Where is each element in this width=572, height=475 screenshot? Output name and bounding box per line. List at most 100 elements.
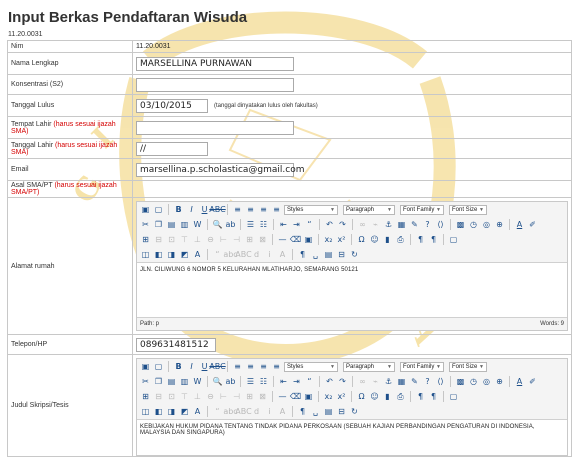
cut-icon[interactable]: ✂ (140, 376, 151, 387)
superscript-icon[interactable]: x² (336, 234, 347, 245)
find-icon[interactable]: 🔍 (212, 376, 223, 387)
indent-icon[interactable]: ⇥ (291, 219, 302, 230)
move-forward-icon[interactable]: ◧ (153, 406, 164, 417)
outdent-icon[interactable]: ⇤ (278, 219, 289, 230)
insert-row-after-icon[interactable]: ⊥ (192, 391, 203, 402)
horizontal-rule-icon[interactable]: — (277, 391, 288, 402)
remove-format-icon[interactable]: ⌫ (290, 391, 301, 402)
remove-format-icon[interactable]: ⌫ (290, 234, 301, 245)
print-icon[interactable]: ⎙ (395, 391, 406, 402)
del-icon[interactable]: d (251, 406, 262, 417)
find-icon[interactable]: 🔍 (212, 219, 223, 230)
absolute-icon[interactable]: ◩ (179, 406, 190, 417)
copy-icon[interactable]: ❐ (153, 219, 164, 230)
styles-select[interactable]: Styles ▼ (284, 204, 338, 215)
fullscreen-icon[interactable]: ▢ (448, 234, 459, 245)
font-family-select[interactable]: Font Family ▼ (400, 361, 444, 372)
pagebreak-icon[interactable]: ⊟ (336, 249, 347, 260)
visual-aid-icon[interactable]: ▣ (303, 391, 314, 402)
align-right-icon[interactable]: ≡ (258, 204, 269, 215)
alamat-editor-content[interactable]: JLN. CILIWUNG 6 NOMOR 5 KELURAHAN MLATIH… (137, 262, 567, 318)
align-right-icon[interactable]: ≡ (258, 361, 269, 372)
acronym-icon[interactable]: ABC (235, 249, 251, 260)
visual-chars-icon[interactable]: ¶ (297, 406, 308, 417)
image-icon[interactable]: ▦ (396, 376, 407, 387)
del-icon[interactable]: d (251, 249, 262, 260)
cell-props-icon[interactable]: ⊡ (166, 234, 177, 245)
anchor-icon[interactable]: ⚓ (383, 376, 394, 387)
replace-icon[interactable]: ab (225, 376, 236, 387)
move-forward-icon[interactable]: ◧ (153, 249, 164, 260)
indent-icon[interactable]: ⇥ (291, 376, 302, 387)
cell-props-icon[interactable]: ⊡ (166, 391, 177, 402)
acronym-icon[interactable]: ABC (235, 406, 251, 417)
text-color-icon[interactable]: A (514, 219, 525, 230)
image-icon[interactable]: ▦ (396, 219, 407, 230)
text-color-icon[interactable]: A (514, 376, 525, 387)
strikethrough-icon[interactable]: ABC (209, 361, 225, 372)
paste-word-icon[interactable]: W (192, 219, 203, 230)
highlight-color-icon[interactable]: ✐ (527, 219, 538, 230)
cleanup-icon[interactable]: ✎ (409, 376, 420, 387)
subscript-icon[interactable]: x₂ (323, 234, 334, 245)
layer-icon[interactable]: ◫ (140, 249, 151, 260)
unlink-icon[interactable]: ⌁ (370, 376, 381, 387)
paragraph-select[interactable]: Paragraph ▼ (343, 361, 395, 372)
template-icon[interactable]: ▤ (323, 249, 334, 260)
align-justify-icon[interactable]: ≡ (271, 204, 282, 215)
split-cells-icon[interactable]: ⊞ (244, 234, 255, 245)
superscript-icon[interactable]: x² (336, 391, 347, 402)
paste-text-icon[interactable]: ▥ (179, 376, 190, 387)
merge-cells-icon[interactable]: ⊠ (257, 234, 268, 245)
blockquote-icon[interactable]: “ (304, 219, 315, 230)
undo-icon[interactable]: ↶ (324, 219, 335, 230)
link-icon[interactable]: ∞ (357, 376, 368, 387)
judul-editor-content[interactable]: KEBIJAKAN HUKUM PIDANA TENTANG TINDAK PI… (137, 419, 567, 455)
font-family-select[interactable]: Font Family ▼ (400, 204, 444, 215)
italic-icon[interactable]: I (186, 204, 197, 215)
absolute-icon[interactable]: ◩ (179, 249, 190, 260)
konsentrasi-input[interactable] (136, 77, 294, 92)
template-icon[interactable]: ▤ (323, 406, 334, 417)
move-backward-icon[interactable]: ◨ (166, 406, 177, 417)
strikethrough-icon[interactable]: ABC (209, 204, 225, 215)
save-icon[interactable]: ▣ (140, 204, 151, 215)
insert-row-before-icon[interactable]: ⊤ (179, 391, 190, 402)
table-icon[interactable]: ⊞ (140, 391, 151, 402)
help-icon[interactable]: ? (422, 376, 433, 387)
highlight-color-icon[interactable]: ✐ (527, 376, 538, 387)
insert-row-after-icon[interactable]: ⊥ (192, 234, 203, 245)
numbered-list-icon[interactable]: ☷ (258, 219, 269, 230)
zoom-icon[interactable]: ⊕ (494, 219, 505, 230)
insert-date-icon[interactable]: ▩ (455, 219, 466, 230)
paste-word-icon[interactable]: W (192, 376, 203, 387)
unlink-icon[interactable]: ⌁ (370, 219, 381, 230)
tgl-lulus-input[interactable]: 03/10/2015 (136, 98, 208, 113)
horizontal-rule-icon[interactable]: — (277, 234, 288, 245)
row-props-icon[interactable]: ⊟ (153, 391, 164, 402)
paste-icon[interactable]: ▤ (166, 219, 177, 230)
fullscreen-icon[interactable]: ▢ (448, 391, 459, 402)
ltr-icon[interactable]: ¶ (415, 391, 426, 402)
styleprops-icon[interactable]: A (192, 406, 203, 417)
bullet-list-icon[interactable]: ☰ (245, 219, 256, 230)
media-icon[interactable]: ▮ (382, 391, 393, 402)
anchor-icon[interactable]: ⚓ (383, 219, 394, 230)
undo-icon[interactable]: ↶ (324, 376, 335, 387)
redo-icon[interactable]: ↷ (337, 376, 348, 387)
special-char-icon[interactable]: Ω (356, 234, 367, 245)
styleprops-icon[interactable]: A (192, 249, 203, 260)
paragraph-select[interactable]: Paragraph ▼ (343, 204, 395, 215)
pagebreak-icon[interactable]: ⊟ (336, 406, 347, 417)
help-icon[interactable]: ? (422, 219, 433, 230)
delete-row-icon[interactable]: ⊖ (205, 391, 216, 402)
tanggal-lahir-input[interactable]: // (136, 141, 208, 156)
rtl-icon[interactable]: ¶ (428, 234, 439, 245)
nama-input[interactable]: MARSELLINA PURNAWAN (136, 56, 294, 71)
print-icon[interactable]: ⎙ (395, 234, 406, 245)
delete-col-icon[interactable]: ⊣ (231, 234, 242, 245)
cleanup-icon[interactable]: ✎ (409, 219, 420, 230)
zoom-icon[interactable]: ⊕ (494, 376, 505, 387)
move-backward-icon[interactable]: ◨ (166, 249, 177, 260)
split-cells-icon[interactable]: ⊞ (244, 391, 255, 402)
